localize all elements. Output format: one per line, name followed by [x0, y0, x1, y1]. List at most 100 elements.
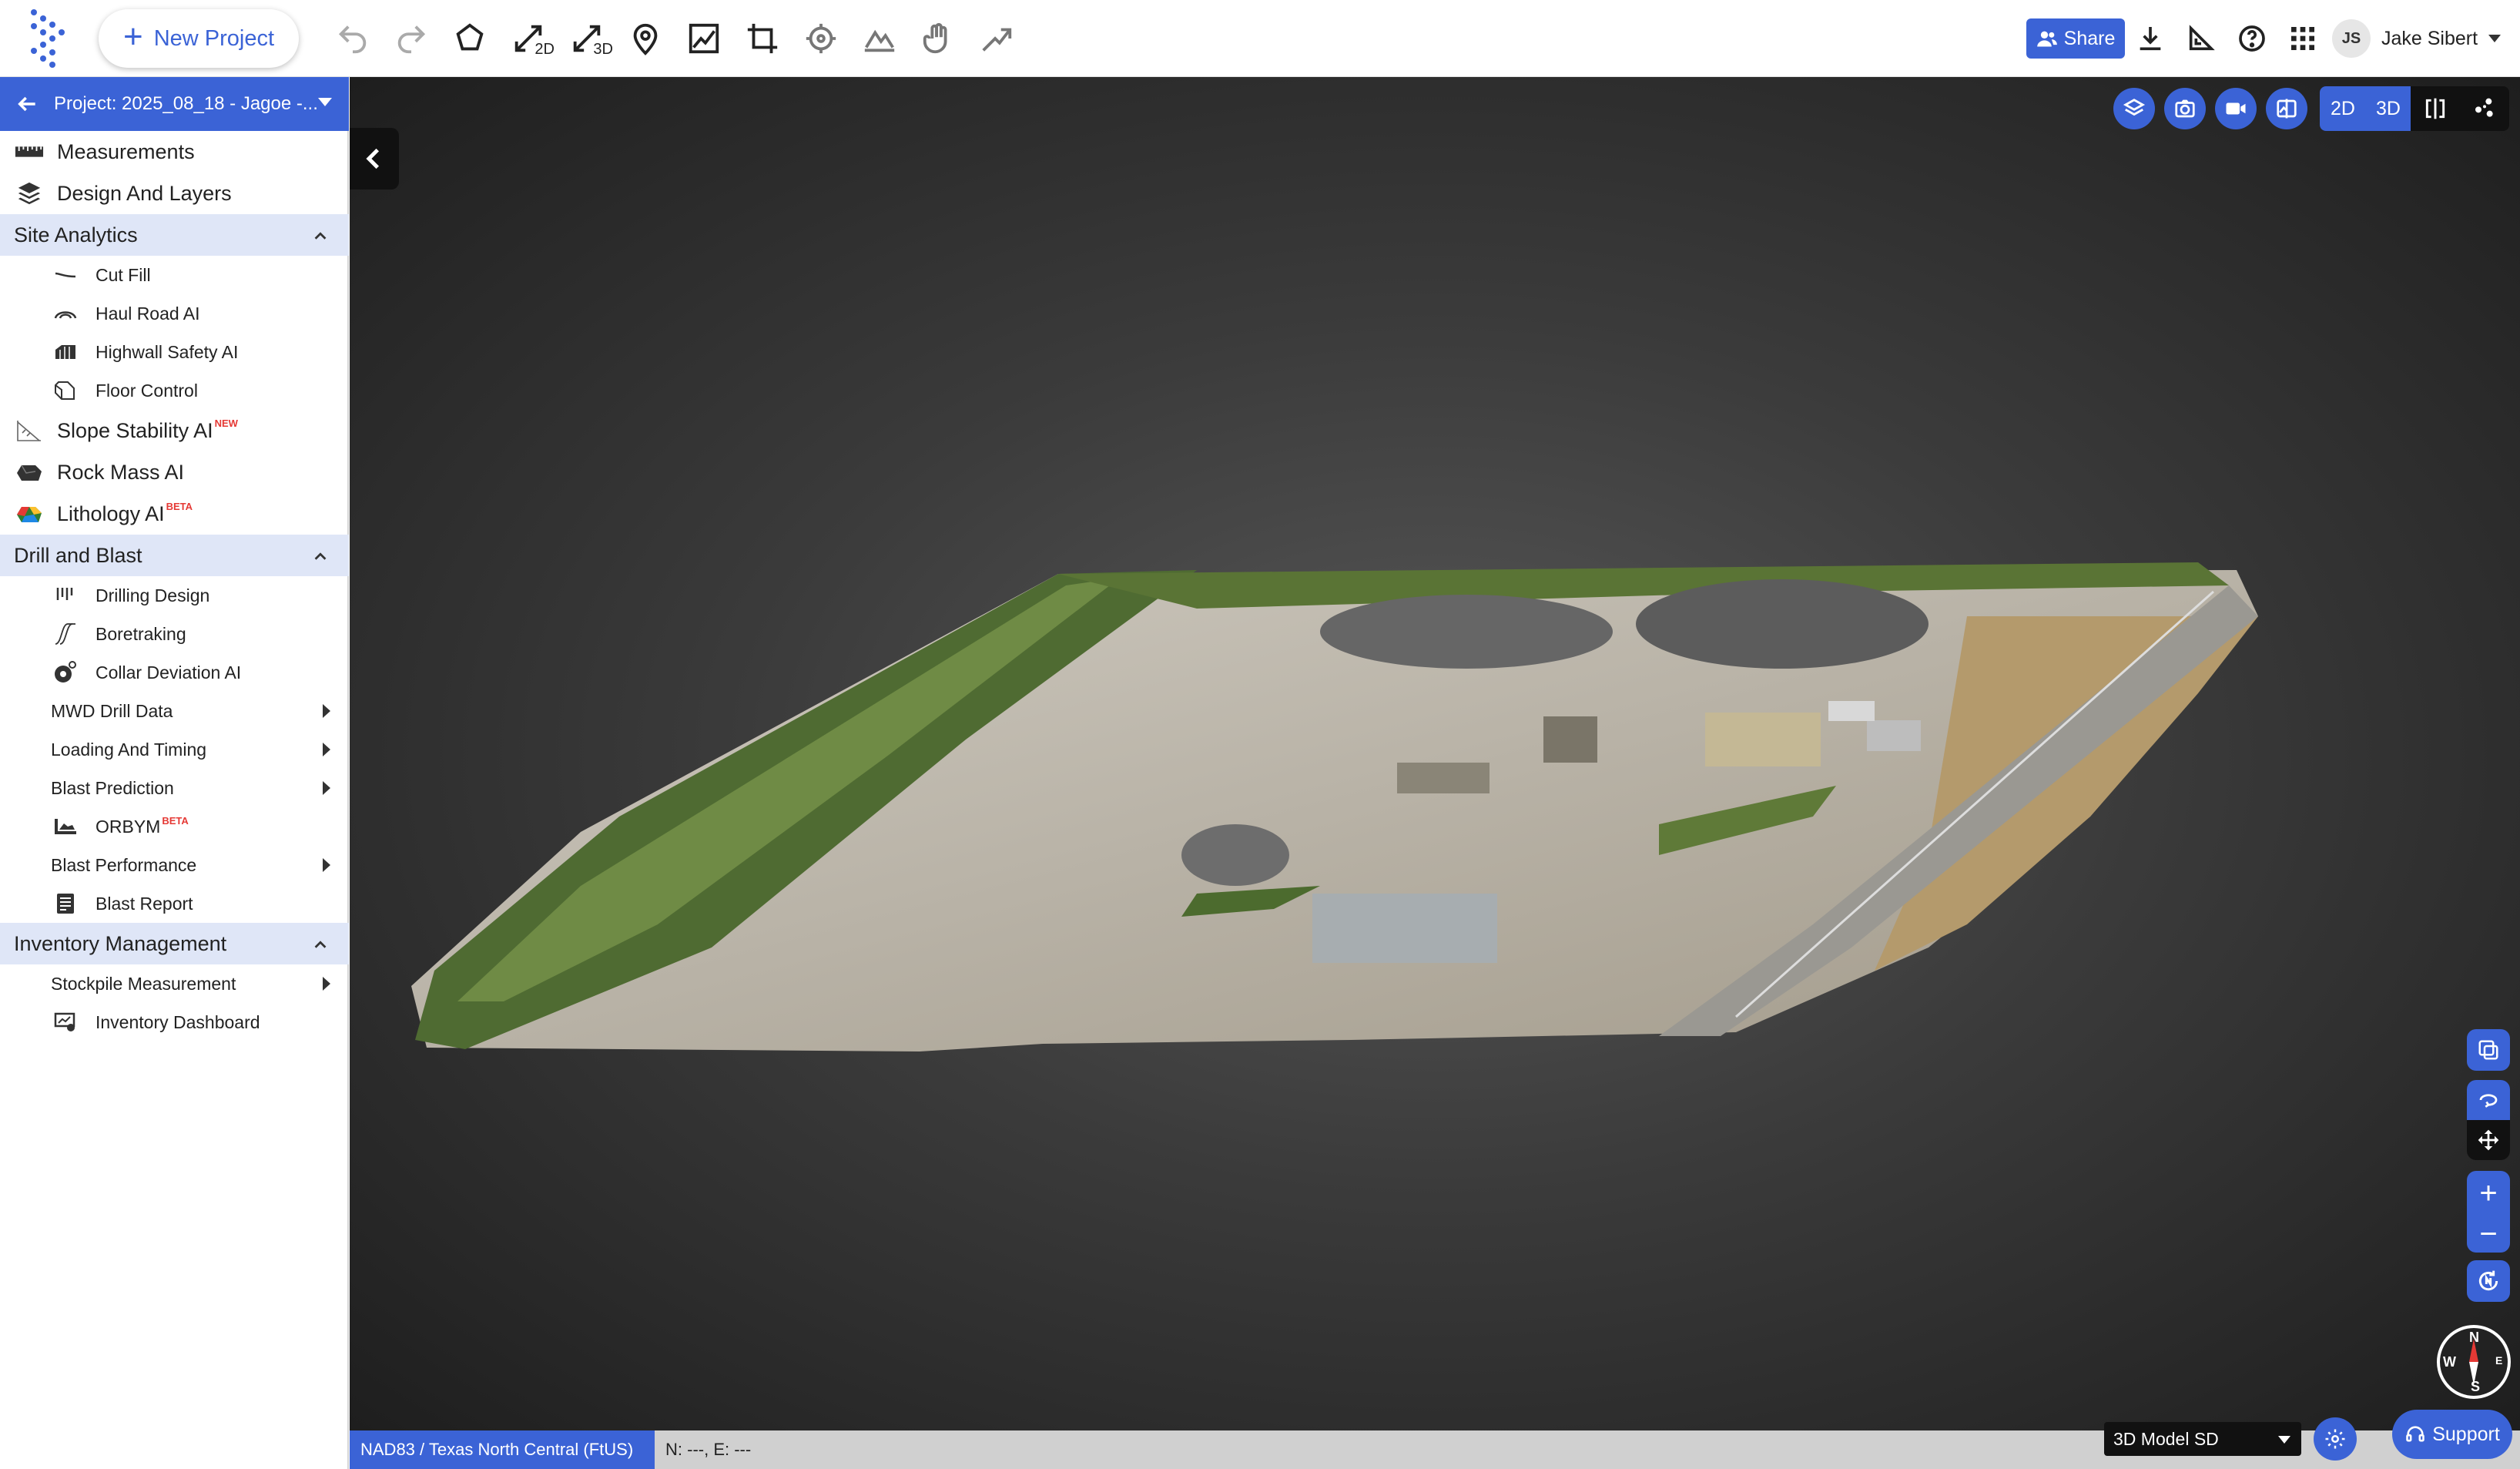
avatar: JS	[2332, 19, 2371, 58]
section-site-analytics[interactable]: Site Analytics	[0, 214, 349, 256]
slope-icon[interactable]	[975, 17, 1018, 60]
sidebar-item-orbym[interactable]: ORBYM BETA	[0, 807, 349, 846]
sidebar-item-measurements[interactable]: Measurements	[0, 131, 349, 173]
download-icon[interactable]	[2132, 20, 2169, 57]
cut-fill-icon	[51, 267, 80, 283]
window-stack-icon	[2478, 1040, 2498, 1060]
zoom-in-button[interactable]: +	[2479, 1178, 2497, 1209]
help-icon[interactable]	[2233, 20, 2270, 57]
sidebar-item-slope-stability-ai[interactable]: Slope Stability AI NEW	[0, 410, 349, 451]
video-button[interactable]	[2215, 88, 2257, 129]
sidebar-item-cut-fill[interactable]: Cut Fill	[0, 256, 349, 294]
view-mode-toggle: 2D 3D	[2320, 86, 2509, 131]
rock-icon	[14, 462, 45, 482]
sidebar-item-inventory-dashboard[interactable]: Inventory Dashboard	[0, 1003, 349, 1041]
user-name: Jake Sibert	[2381, 27, 2478, 49]
sidebar-item-blast-report[interactable]: Blast Report	[0, 884, 349, 923]
section-drill-and-blast[interactable]: Drill and Blast	[0, 535, 349, 576]
sidebar-item-rock-mass-ai[interactable]: Rock Mass AI	[0, 451, 349, 493]
sidebar-item-stockpile-measurement[interactable]: Stockpile Measurement	[0, 964, 349, 1003]
redo-icon[interactable]	[390, 17, 433, 60]
back-arrow-icon[interactable]	[0, 92, 54, 116]
app-logo[interactable]	[26, 8, 71, 69]
sidebar-item-design-layers[interactable]: Design And Layers	[0, 173, 349, 214]
compare-icon	[2277, 99, 2297, 119]
coordinate-system[interactable]: NAD83 / Texas North Central (FtUS)	[350, 1430, 655, 1469]
profile-chart-icon[interactable]	[682, 17, 726, 60]
point-cloud-button[interactable]	[2460, 86, 2509, 131]
beta-badge: BETA	[162, 814, 189, 827]
zoom-group: + −	[2467, 1171, 2510, 1253]
layers-icon	[14, 180, 45, 206]
support-button[interactable]: Support	[2392, 1410, 2512, 1459]
sidebar-item-highwall-safety-ai[interactable]: Highwall Safety AI	[0, 333, 349, 371]
camera-icon	[2175, 99, 2195, 118]
orbit-icon	[2479, 1094, 2498, 1108]
model-select[interactable]: 3D Model SD	[2104, 1422, 2301, 1456]
zoom-out-button[interactable]: −	[2479, 1219, 2497, 1249]
sidebar-item-boretraking[interactable]: Boretraking	[0, 615, 349, 653]
chevron-right-icon	[323, 743, 330, 756]
headset-icon	[2406, 1426, 2425, 1442]
chevron-right-icon	[323, 977, 330, 991]
layers-icon	[2123, 99, 2146, 116]
split-view-icon	[2425, 98, 2445, 119]
location-pin-icon[interactable]	[624, 17, 667, 60]
compare-button[interactable]	[2266, 88, 2307, 129]
user-menu[interactable]: JS Jake Sibert	[2332, 15, 2511, 62]
mode-3d-button[interactable]: 3D	[2366, 86, 2411, 131]
compass[interactable]: N S E W	[2437, 1325, 2511, 1399]
plus-icon: +	[122, 18, 143, 55]
sidebar-item-blast-prediction[interactable]: Blast Prediction	[0, 769, 349, 807]
share-label: Share	[2063, 27, 2116, 49]
share-button[interactable]: Share	[2026, 18, 2125, 59]
project-name: Project: 2025_08_18 - Jagoe -...	[54, 93, 318, 114]
highwall-icon	[51, 344, 80, 361]
apps-grid-icon[interactable]	[2284, 20, 2321, 57]
mode-2d-button[interactable]: 2D	[2320, 86, 2366, 131]
orbit-button[interactable]	[2467, 1080, 2510, 1120]
chevron-down-icon	[2278, 1436, 2290, 1444]
measure-2d-icon[interactable]: 2D	[507, 17, 555, 60]
crop-icon[interactable]	[741, 17, 784, 60]
section-inventory-management[interactable]: Inventory Management	[0, 923, 349, 964]
settings-button[interactable]	[2314, 1417, 2357, 1461]
measure-3d-icon[interactable]: 3D	[565, 17, 613, 60]
users-icon	[2036, 31, 2057, 47]
sidebar-item-mwd-drill-data[interactable]: MWD Drill Data	[0, 692, 349, 730]
polygon-icon[interactable]	[448, 17, 491, 60]
sidebar-item-drilling-design[interactable]: Drilling Design	[0, 576, 349, 615]
lithology-icon	[14, 504, 45, 524]
view-layer-button[interactable]	[2467, 1029, 2510, 1071]
ruler-triangle-icon[interactable]	[2183, 20, 2220, 57]
reset-north-button[interactable]	[2467, 1260, 2510, 1302]
sidebar-item-loading-and-timing[interactable]: Loading And Timing	[0, 730, 349, 769]
project-selector[interactable]: Project: 2025_08_18 - Jagoe -...	[0, 77, 349, 131]
target-icon[interactable]	[799, 17, 843, 60]
rotate-north-icon	[2478, 1270, 2498, 1291]
sidebar-item-collar-deviation-ai[interactable]: Collar Deviation AI	[0, 653, 349, 692]
layers-toggle-button[interactable]	[2113, 88, 2155, 129]
cursor-coordinates: N: ---, E: ---	[665, 1440, 752, 1459]
gear-icon	[2325, 1429, 2345, 1449]
3d-viewport[interactable]	[350, 77, 2520, 1430]
sidebar-item-floor-control[interactable]: Floor Control	[0, 371, 349, 410]
pan-button[interactable]	[2467, 1120, 2510, 1160]
collapse-sidebar-button[interactable]	[350, 128, 399, 189]
terrain-icon[interactable]	[858, 17, 901, 60]
floor-icon	[51, 381, 80, 401]
boretrack-icon	[51, 622, 80, 646]
site-3d-model[interactable]	[350, 77, 2520, 1430]
split-view-button[interactable]	[2411, 86, 2460, 131]
new-project-button[interactable]: + New Project	[99, 9, 299, 68]
slope-stability-icon	[14, 419, 45, 442]
undo-icon[interactable]	[331, 17, 374, 60]
chevron-up-icon	[314, 941, 327, 948]
sidebar-item-haul-road-ai[interactable]: Haul Road AI	[0, 294, 349, 333]
sidebar-item-blast-performance[interactable]: Blast Performance	[0, 846, 349, 884]
hand-icon[interactable]	[917, 17, 960, 60]
sidebar-item-lithology-ai[interactable]: Lithology AI BETA	[0, 493, 349, 535]
screenshot-button[interactable]	[2164, 88, 2206, 129]
top-toolbar: + New Project 2D 3D Share JS Jake Sibert	[0, 0, 2520, 77]
sidebar: Project: 2025_08_18 - Jagoe -... Measure…	[0, 77, 349, 1469]
